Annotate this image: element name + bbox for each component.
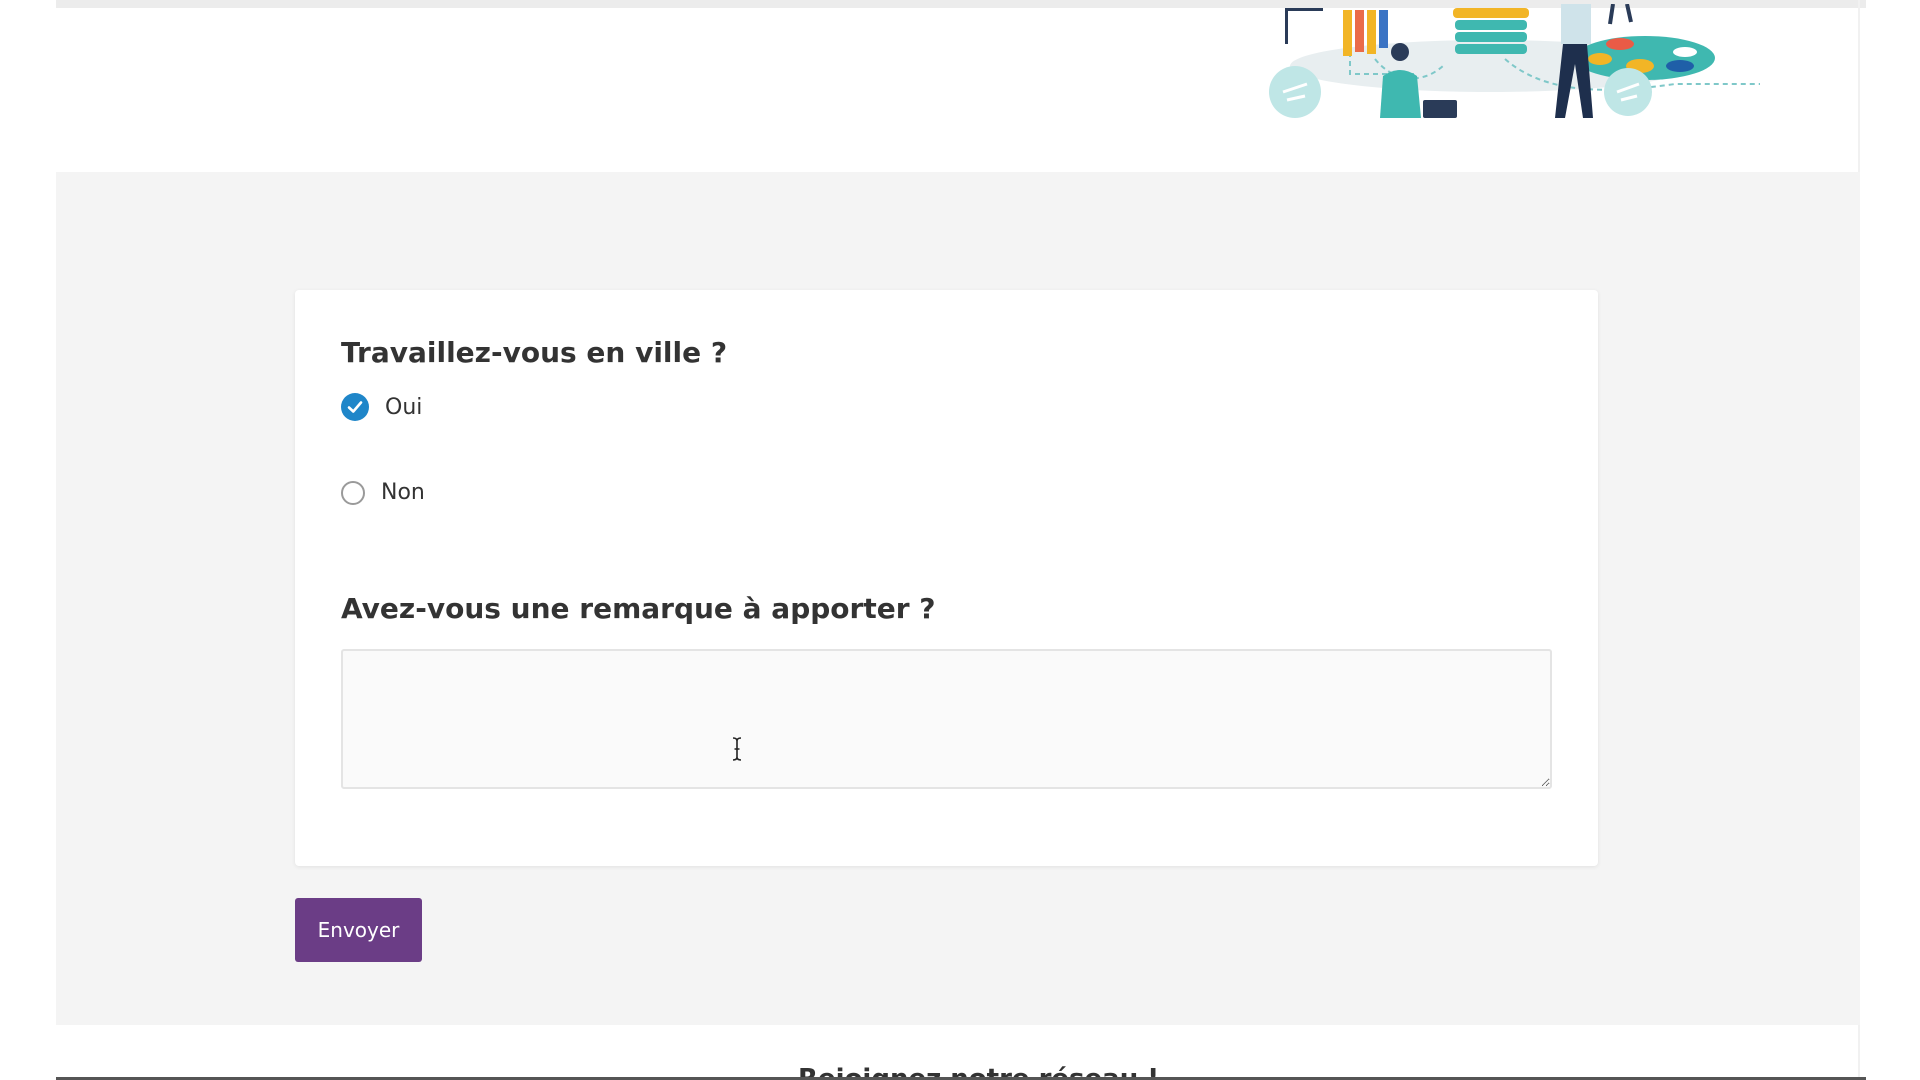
submit-button[interactable]: Envoyer — [295, 898, 422, 962]
text-cursor-icon — [732, 737, 742, 761]
radio-label-non: Non — [381, 480, 425, 505]
remark-textarea[interactable] — [341, 649, 1552, 789]
radio-option-oui[interactable]: Oui — [341, 393, 422, 421]
radio-option-non[interactable]: Non — [341, 480, 425, 505]
question-title-remark: Avez-vous une remarque à apporter ? — [341, 592, 936, 625]
question-title-city: Travaillez-vous en ville ? — [341, 336, 728, 369]
page: Travaillez-vous en ville ? Oui Non Avez-… — [0, 0, 1920, 1080]
radio-button-non[interactable] — [341, 480, 365, 505]
radio-button-oui[interactable] — [341, 393, 369, 421]
radio-label-oui: Oui — [385, 394, 423, 420]
team-collaboration-illustration — [1269, 4, 1760, 118]
checkmark-icon — [347, 401, 363, 413]
